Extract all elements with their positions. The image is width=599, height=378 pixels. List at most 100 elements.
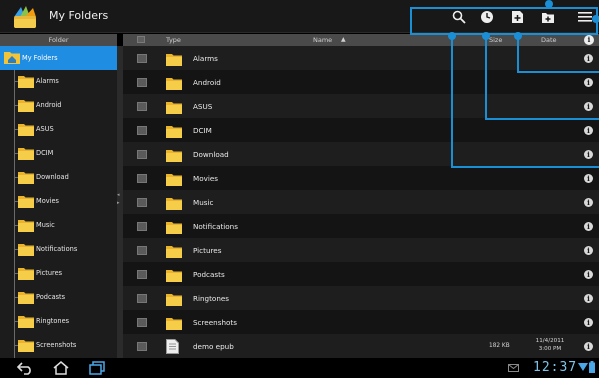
info-icon[interactable]: i xyxy=(584,198,593,207)
folder-icon xyxy=(18,220,34,232)
file-name: Notifications xyxy=(193,222,238,231)
table-row[interactable]: DCIM i xyxy=(123,118,599,142)
row-checkbox[interactable] xyxy=(137,294,147,303)
type-column-header[interactable]: Type xyxy=(166,36,181,44)
folder-icon xyxy=(166,246,182,258)
row-checkbox[interactable] xyxy=(137,318,147,327)
sidebar-item-movies[interactable]: Movies xyxy=(0,189,117,213)
folder-icon xyxy=(166,102,182,114)
info-icon[interactable]: i xyxy=(584,270,593,279)
table-row[interactable]: Screenshots i xyxy=(123,310,599,334)
table-row[interactable]: Music i xyxy=(123,190,599,214)
file-name: Music xyxy=(193,198,214,207)
row-checkbox[interactable] xyxy=(137,174,147,183)
callout-line xyxy=(485,118,599,120)
folder-icon xyxy=(166,78,182,90)
row-checkbox[interactable] xyxy=(137,270,147,279)
info-icon[interactable]: i xyxy=(584,78,593,87)
table-row[interactable]: Ringtones i xyxy=(123,286,599,310)
table-row[interactable]: demo epub 182 KB 11/4/2011 3:00 PM i xyxy=(123,334,599,358)
sidebar-item-music[interactable]: Music xyxy=(0,213,117,237)
mail-notification-icon[interactable] xyxy=(508,364,519,372)
row-checkbox[interactable] xyxy=(137,342,147,351)
sidebar-item-download[interactable]: Download xyxy=(0,165,117,189)
table-row[interactable]: ASUS i xyxy=(123,94,599,118)
info-icon[interactable]: i xyxy=(584,342,593,351)
file-list: Alarms i Android i ASUS i DCIM i Download i Movies… xyxy=(123,46,599,358)
folder-icon xyxy=(18,196,34,208)
info-icon[interactable]: i xyxy=(584,174,593,183)
row-checkbox[interactable] xyxy=(137,198,147,207)
name-column-header[interactable]: Name xyxy=(313,36,332,44)
file-name: DCIM xyxy=(193,126,212,135)
file-size: 182 KB xyxy=(489,343,510,349)
sidebar-item-my-folders[interactable]: My Folders xyxy=(0,46,117,70)
file-name: Movies xyxy=(193,174,219,183)
row-checkbox[interactable] xyxy=(137,54,147,63)
info-column-icon: i xyxy=(584,35,594,45)
sidebar-item-ringtones[interactable]: Ringtones xyxy=(0,309,117,333)
system-bar: 12:37 xyxy=(0,358,599,378)
row-checkbox[interactable] xyxy=(137,246,147,255)
folder-icon xyxy=(18,100,34,112)
file-date-day: 11/4/2011 xyxy=(535,338,565,344)
table-row[interactable]: Notifications i xyxy=(123,214,599,238)
file-name: demo epub xyxy=(193,342,234,351)
home-folder-icon xyxy=(4,52,20,64)
sidebar-item-dcim[interactable]: DCIM xyxy=(0,141,117,165)
row-checkbox[interactable] xyxy=(137,78,147,87)
info-icon[interactable]: i xyxy=(584,126,593,135)
home-icon[interactable] xyxy=(53,361,69,375)
folder-icon xyxy=(18,292,34,304)
folder-icon xyxy=(166,318,182,330)
table-row[interactable]: Movies i xyxy=(123,166,599,190)
list-column-header: Type Name ▲ Size Date i xyxy=(123,34,599,46)
select-all-checkbox[interactable] xyxy=(137,36,145,43)
battery-icon xyxy=(589,361,595,373)
callout-line xyxy=(517,71,599,73)
back-icon[interactable] xyxy=(16,362,34,375)
row-checkbox[interactable] xyxy=(137,126,147,135)
sidebar-item-podcasts[interactable]: Podcasts xyxy=(0,285,117,309)
info-icon[interactable]: i xyxy=(584,246,593,255)
row-checkbox[interactable] xyxy=(137,102,147,111)
file-name: Android xyxy=(193,78,221,87)
table-row[interactable]: Pictures i xyxy=(123,238,599,262)
folder-icon xyxy=(18,76,34,88)
sidebar-item-notifications[interactable]: Notifications xyxy=(0,237,117,261)
folder-icon xyxy=(18,172,34,184)
folder-icon xyxy=(18,316,34,328)
folder-icon xyxy=(166,198,182,210)
date-column-header[interactable]: Date xyxy=(541,36,557,44)
info-icon[interactable]: i xyxy=(584,150,593,159)
file-name: ASUS xyxy=(193,102,213,111)
file-date-time: 3:00 PM xyxy=(538,346,562,352)
wifi-icon xyxy=(578,363,588,371)
table-row[interactable]: Podcasts i xyxy=(123,262,599,286)
table-row[interactable]: Android i xyxy=(123,70,599,94)
toolbar-callout-box xyxy=(410,7,598,35)
sidebar-item-pictures[interactable]: Pictures xyxy=(0,261,117,285)
size-column-header[interactable]: Size xyxy=(489,36,502,44)
file-date: 11/4/2011 3:00 PM xyxy=(532,337,568,353)
sidebar-item-asus[interactable]: ASUS xyxy=(0,117,117,141)
info-icon[interactable]: i xyxy=(584,318,593,327)
sidebar-item-screenshots[interactable]: Screenshots xyxy=(0,333,117,357)
sidebar-item-alarms[interactable]: Alarms xyxy=(0,69,117,93)
table-row[interactable]: Download i xyxy=(123,142,599,166)
row-checkbox[interactable] xyxy=(137,222,147,231)
table-row[interactable]: Alarms i xyxy=(123,46,599,70)
folder-icon xyxy=(166,54,182,66)
folder-column-header: Folder xyxy=(0,34,117,46)
sidebar-item-android[interactable]: Android xyxy=(0,93,117,117)
info-icon[interactable]: i xyxy=(584,102,593,111)
info-icon[interactable]: i xyxy=(584,54,593,63)
row-checkbox[interactable] xyxy=(137,150,147,159)
info-icon[interactable]: i xyxy=(584,294,593,303)
folder-icon xyxy=(18,244,34,256)
info-icon[interactable]: i xyxy=(584,222,593,231)
file-name: Pictures xyxy=(193,246,222,255)
folder-icon xyxy=(166,294,182,306)
recent-apps-icon[interactable] xyxy=(89,361,105,375)
folder-icon xyxy=(166,150,182,162)
